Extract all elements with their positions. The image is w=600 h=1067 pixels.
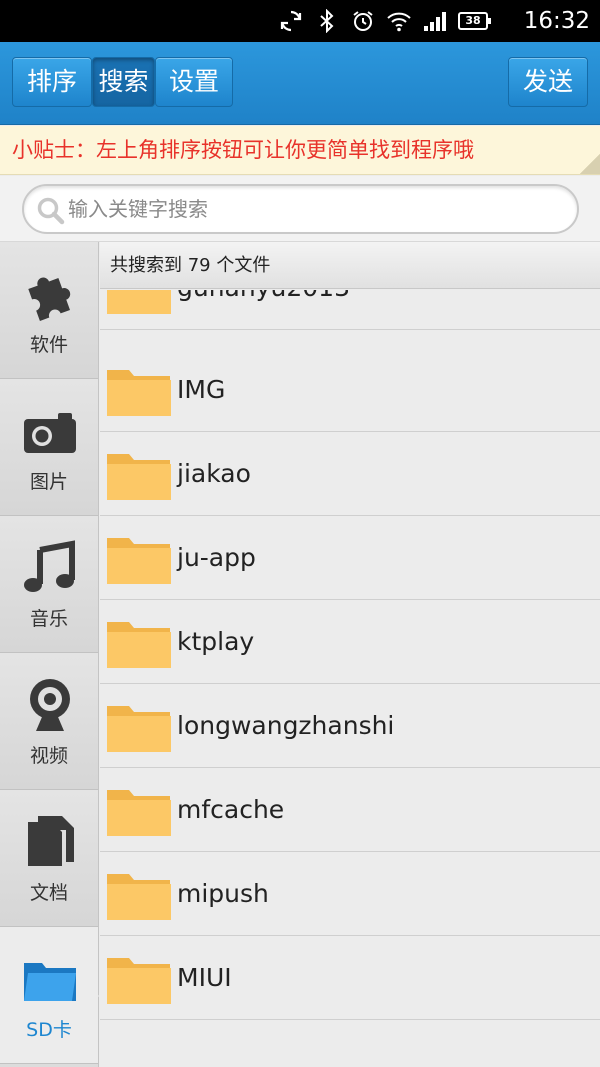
folder-icon: [106, 290, 172, 316]
sidebar-item-label: SD卡: [26, 1019, 72, 1041]
send-button[interactable]: 发送: [508, 57, 588, 107]
folder-icon: [106, 364, 172, 418]
signal-icon: [422, 8, 448, 34]
status-icons: 38: [278, 7, 491, 35]
file-row[interactable]: IMG: [100, 348, 600, 432]
file-row[interactable]: guhanyu2013: [100, 290, 600, 330]
file-row[interactable]: mipush: [100, 852, 600, 936]
sync-icon: [278, 8, 304, 34]
file-row[interactable]: MIUI: [100, 936, 600, 1020]
folder-icon: [106, 952, 172, 1006]
search-box[interactable]: [22, 184, 579, 234]
sidebar-item-software[interactable]: 软件: [0, 242, 98, 379]
file-row[interactable]: mfcache: [100, 768, 600, 852]
folder-icon: [22, 951, 78, 1007]
battery-icon: 38: [458, 12, 491, 30]
folder-icon: [106, 532, 172, 586]
file-name: ju-app: [177, 543, 256, 572]
bluetooth-icon: [314, 8, 340, 34]
page-curl-icon: [580, 154, 600, 174]
file-row[interactable]: jiakao: [100, 432, 600, 516]
sidebar-item-label: 软件: [29, 334, 68, 356]
file-name: guhanyu2013: [177, 290, 350, 330]
alarm-icon: [350, 8, 376, 34]
file-name: IMG: [177, 375, 226, 404]
camera-icon: [22, 403, 78, 459]
sort-button[interactable]: 排序: [12, 57, 92, 107]
sidebar-item-label: 视频: [29, 745, 68, 767]
folder-icon: [106, 448, 172, 502]
file-name: MIUI: [177, 963, 232, 992]
results-summary: 共搜索到 79 个文件: [100, 242, 600, 289]
webcam-icon: [22, 677, 78, 733]
search-tab-button[interactable]: 搜索: [92, 57, 155, 107]
tip-text: 小贴士：左上角排序按钮可让你更简单找到程序哦: [12, 138, 474, 162]
sidebar-item-video[interactable]: 视频: [0, 653, 98, 790]
status-bar: 38 16:32: [0, 0, 600, 42]
file-row[interactable]: longwangzhanshi: [100, 684, 600, 768]
document-icon: [22, 814, 78, 870]
music-note-icon: [22, 540, 78, 596]
sidebar-item-pictures[interactable]: 图片: [0, 379, 98, 516]
folder-icon: [106, 616, 172, 670]
settings-button[interactable]: 设置: [155, 57, 233, 107]
file-name: jiakao: [177, 459, 251, 488]
file-name: longwangzhanshi: [177, 711, 395, 740]
folder-icon: [106, 784, 172, 838]
search-bar: [0, 176, 600, 242]
category-sidebar: 软件 图片 音乐 视频 文档 SD卡: [0, 242, 109, 1067]
sidebar-item-music[interactable]: 音乐: [0, 516, 98, 653]
wifi-icon: [386, 8, 412, 34]
status-clock: 16:32: [523, 8, 590, 34]
file-name: ktplay: [177, 627, 255, 656]
tip-banner: 小贴士：左上角排序按钮可让你更简单找到程序哦: [0, 126, 600, 175]
file-name: mfcache: [177, 795, 285, 824]
sidebar-item-label: 音乐: [29, 608, 68, 630]
top-toolbar: 排序 搜索 设置 发送: [0, 42, 600, 125]
folder-icon: [106, 868, 172, 922]
file-row[interactable]: ju-app: [100, 516, 600, 600]
file-name: mipush: [177, 879, 269, 908]
sidebar-item-label: 文档: [29, 882, 68, 904]
sidebar-item-sd-card[interactable]: SD卡: [0, 927, 109, 1064]
sidebar-item-documents[interactable]: 文档: [0, 790, 98, 927]
search-icon: [36, 196, 66, 226]
puzzle-icon: [22, 266, 78, 322]
search-input[interactable]: [68, 186, 568, 232]
file-row[interactable]: ktplay: [100, 600, 600, 684]
folder-icon: [106, 700, 172, 754]
sidebar-item-label: 图片: [29, 471, 68, 493]
file-list: guhanyu2013 IMG jiakao ju-app ktplay lon…: [100, 290, 600, 1067]
